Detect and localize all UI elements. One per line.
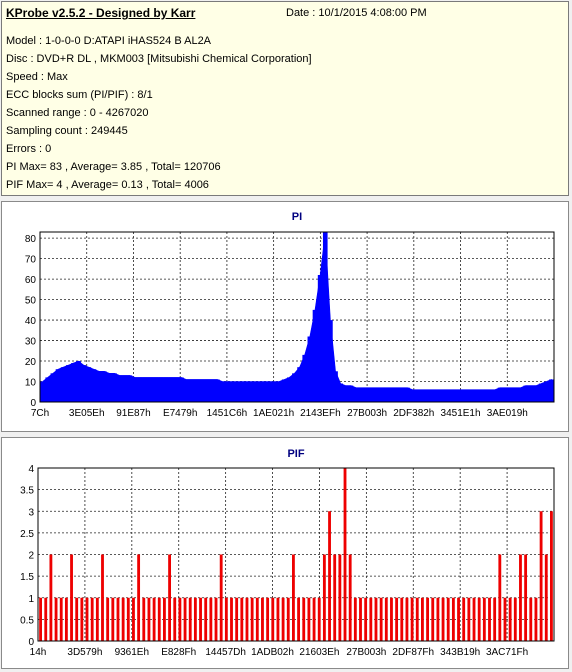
info-errors: Errors : 0 [6,143,52,155]
y-tick-label: 50 [25,296,37,307]
x-tick-label: E828Fh [161,647,196,658]
x-tick-label: 14457Dh [205,647,246,658]
x-tick-label: 7Ch [31,408,49,419]
scan-date: Date : 10/1/2015 4:08:00 PM [286,7,427,19]
y-tick-label: 4 [28,464,34,475]
x-tick-label: 1ADB02h [251,647,294,658]
info-scanned-range: Scanned range : 0 - 4267020 [6,107,149,119]
y-tick-label: 2.5 [20,529,34,540]
info-pi-stats: PI Max= 83 , Average= 3.85 , Total= 1207… [6,161,221,173]
x-tick-label: 21603Eh [299,647,339,658]
pif-chart: PIF00.511.522.533.5414h 3D579h 9361Eh E828F… [20,448,555,658]
info-model: Model : 1-0-0-0 D:ATAPI iHAS524 B AL2A [6,35,212,47]
x-tick-label: 9361Eh [115,647,149,658]
x-tick-label: 3AE019h [487,408,528,419]
x-tick-label: 3E05Eh [69,408,105,419]
x-tick-label: 27B003h [347,408,387,419]
chart-title: PIF [287,448,304,460]
x-tick-label: 1AE021h [253,408,294,419]
x-tick-label: 3AC71Fh [486,647,528,658]
y-tick-label: 20 [25,357,37,368]
y-tick-label: 80 [25,234,37,245]
y-tick-label: 40 [25,316,37,327]
x-tick-label: 27B003h [346,647,386,658]
info-speed: Speed : Max [6,71,68,83]
y-tick-label: 70 [25,255,37,266]
pif-chart-panel: PIF 0 0.5 1 1.5 2 2.5 3 3.5 4 14h 3D579h 9361Eh E828F… [1,437,569,669]
info-sampling-count: Sampling count : 249445 [6,125,128,137]
y-tick-label: 0.5 [20,615,34,626]
info-disc: Disc : DVD+R DL , MKM003 [Mitsubishi Che… [6,53,312,65]
y-tick-label: 3.5 [20,486,34,497]
x-tick-label: 1451C6h [207,408,248,419]
x-tick-label: 2143EFh [300,408,341,419]
y-tick-label: 30 [25,337,37,348]
x-tick-label: 3D579h [67,647,102,658]
pi-chart-panel: PI 0 10 20 30 40 50 60 70 80 7Ch 3E05Eh 91E87h E7479h… [1,201,569,432]
y-tick-label: 1 [28,594,34,605]
x-tick-label: 14h [30,647,47,658]
x-tick-label: 2DF87Fh [392,647,434,658]
x-tick-label: 3451E1h [441,408,481,419]
y-tick-label: 60 [25,275,37,286]
y-tick-label: 2 [28,551,34,562]
y-tick-label: 3 [28,507,34,518]
y-tick-label: 1.5 [20,572,34,583]
disc-info-panel: KProbe v2.5.2 - Designed by Karr Date : … [1,1,569,196]
x-tick-label: 2DF382h [393,408,434,419]
x-tick-label: E7479h [163,408,197,419]
info-ecc-blocks: ECC blocks sum (PI/PIF) : 8/1 [6,89,153,101]
chart-title: PI [292,211,302,223]
app-title: KProbe v2.5.2 - Designed by Karr [6,6,196,20]
x-tick-label: 343B19h [440,647,480,658]
pi-chart: PI010203040506070807Ch 3E05Eh 91E87h E7479h… [25,211,555,419]
x-tick-label: 91E87h [116,408,150,419]
info-pif-stats: PIF Max= 4 , Average= 0.13 , Total= 4006 [6,179,209,191]
y-tick-label: 10 [25,378,37,389]
